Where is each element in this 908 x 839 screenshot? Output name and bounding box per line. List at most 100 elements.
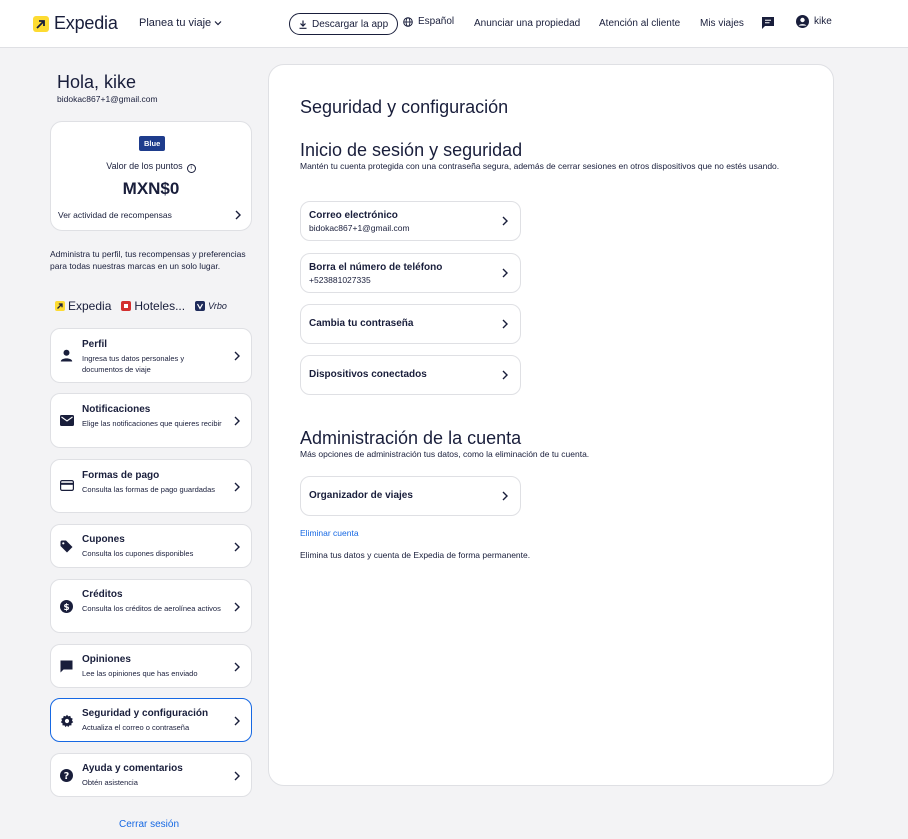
language-selector[interactable]: Español xyxy=(403,16,454,27)
my-trips-link[interactable]: Mis viajes xyxy=(700,18,744,29)
option-subtitle: bidokac867+1@gmail.com xyxy=(309,223,410,233)
svg-text:$: $ xyxy=(63,603,69,613)
user-email: bidokac867+1@gmail.com xyxy=(57,94,158,104)
points-card: Blue Valor de los puntos i MXN$0 Ver acti… xyxy=(50,121,252,231)
points-label-row: Valor de los puntos i xyxy=(51,161,251,173)
option-title: Borra el número de teléfono xyxy=(309,262,443,273)
option-title: Correo electrónico xyxy=(309,210,398,221)
tag-icon xyxy=(60,540,73,553)
account-avatar-icon xyxy=(796,15,809,28)
menu-item-subtitle: Elige las notificaciones que quieres rec… xyxy=(82,419,222,428)
brand-hoteles: Hoteles... xyxy=(121,299,185,313)
menu-item-subtitle: Lee las opiniones que has enviado xyxy=(82,669,198,678)
menu-item-subtitle: Consulta los créditos de aerolínea activ… xyxy=(82,604,221,613)
svg-text:?: ? xyxy=(64,771,70,782)
points-label: Valor de los puntos xyxy=(106,161,183,171)
menu-item-opiniones[interactable]: Opiniones Lee las opiniones que has envi… xyxy=(50,644,252,688)
expedia-logo-icon xyxy=(33,15,49,32)
greeting: Hola, kike xyxy=(57,72,137,92)
vrbo-brand-icon xyxy=(195,301,206,311)
option-title: Organizador de viajes xyxy=(309,490,413,501)
comment-icon xyxy=(60,660,73,673)
menu-item-title: Perfil xyxy=(82,339,108,350)
email-option[interactable]: Correo electrónico bidokac867+1@gmail.co… xyxy=(300,201,521,241)
chat-icon[interactable] xyxy=(761,16,775,35)
credit-card-icon xyxy=(60,480,74,491)
download-app-label: Descargar la app xyxy=(312,18,389,30)
chevron-right-icon xyxy=(234,482,240,492)
menu-item-notificaciones[interactable]: Notificaciones Elige las notificaciones … xyxy=(50,393,252,448)
points-value: MXN$0 xyxy=(122,179,180,198)
menu-item-title: Formas de pago xyxy=(82,470,160,481)
brand-vrbo: Vrbo xyxy=(195,301,227,311)
expedia-brand-icon xyxy=(55,301,65,311)
menu-item-formas-de-pago[interactable]: Formas de pago Consulta las formas de pa… xyxy=(50,459,252,513)
person-icon xyxy=(60,349,73,362)
option-subtitle: +523881027335 xyxy=(309,275,371,285)
account-management-title: Administración de la cuenta xyxy=(300,428,522,448)
delete-account-link[interactable]: Eliminar cuenta xyxy=(300,528,359,538)
admin-description: Administra tu perfil, tus recompensas y … xyxy=(50,249,246,271)
delete-account-description: Elimina tus datos y cuenta de Expedia de… xyxy=(300,550,531,560)
chevron-right-icon xyxy=(502,319,508,329)
trip-organizer-option[interactable]: Organizador de viajes xyxy=(300,476,521,516)
chevron-right-icon xyxy=(234,602,240,612)
brand-expedia: Expedia xyxy=(55,299,111,313)
brand-label: Expedia xyxy=(68,299,112,313)
chevron-right-icon xyxy=(234,662,240,672)
menu-item-title: Ayuda y comentarios xyxy=(82,763,183,774)
customer-support-link[interactable]: Atención al cliente xyxy=(599,18,680,29)
plan-trip-label: Planea tu viaje xyxy=(139,17,212,29)
plan-trip-menu[interactable]: Planea tu viaje xyxy=(139,17,222,29)
connected-devices-option[interactable]: Dispositivos conectados xyxy=(300,355,521,395)
menu-item-subtitle: Ingresa tus datos personales y documento… xyxy=(82,354,185,374)
download-app-button[interactable]: Descargar la app xyxy=(289,13,399,35)
menu-item-title: Notificaciones xyxy=(82,404,151,415)
brand-label: Vrbo xyxy=(208,301,227,311)
login-security-description: Mantén tu cuenta protegida con una contr… xyxy=(300,161,780,171)
logout-link[interactable]: Cerrar sesión xyxy=(119,819,179,830)
chevron-right-icon xyxy=(234,416,240,426)
page-title: Seguridad y configuración xyxy=(300,97,509,117)
option-title: Dispositivos conectados xyxy=(309,369,427,380)
menu-item-perfil[interactable]: Perfil Ingresa tus datos personales y do… xyxy=(50,328,252,383)
brand-label: Hoteles... xyxy=(134,299,186,313)
info-icon[interactable]: i xyxy=(186,164,196,173)
rewards-activity-link[interactable]: Ver actividad de recompensas xyxy=(58,210,172,220)
chevron-right-icon xyxy=(502,491,508,501)
chevron-right-icon[interactable] xyxy=(234,210,242,220)
top-header: Expedia Planea tu viaje Descargar la app… xyxy=(0,0,908,48)
globe-icon xyxy=(403,16,413,27)
menu-item-creditos[interactable]: $ Créditos Consulta los créditos de aero… xyxy=(50,579,252,633)
menu-item-title: Seguridad y configuración xyxy=(82,708,209,719)
chevron-right-icon xyxy=(234,716,240,726)
brand-logos: Expedia Hoteles... Vrbo xyxy=(55,299,227,313)
list-property-link[interactable]: Anunciar una propiedad xyxy=(474,18,580,29)
chevron-right-icon xyxy=(234,351,240,361)
login-security-title: Inicio de sesión y seguridad xyxy=(300,140,523,160)
account-menu[interactable]: kike xyxy=(796,15,832,28)
menu-item-subtitle: Consulta las formas de pago guardadas xyxy=(82,485,216,494)
menu-item-subtitle: Consulta los cupones disponibles xyxy=(82,549,194,558)
chevron-right-icon xyxy=(234,542,240,552)
chevron-right-icon xyxy=(502,216,508,226)
chevron-right-icon xyxy=(502,268,508,278)
change-password-option[interactable]: Cambia tu contraseña xyxy=(300,304,521,344)
chevron-down-icon xyxy=(214,21,222,26)
menu-item-subtitle: Obtén asistencia xyxy=(82,778,138,787)
menu-item-title: Créditos xyxy=(82,589,123,600)
account-management-description: Más opciones de administración tus datos… xyxy=(300,449,590,459)
menu-item-cupones[interactable]: Cupones Consulta los cupones disponibles xyxy=(50,524,252,568)
menu-item-ayuda[interactable]: ? Ayuda y comentarios Obtén asistencia xyxy=(50,753,252,797)
hoteles-brand-icon xyxy=(121,301,132,311)
mail-icon xyxy=(60,415,74,426)
account-username: kike xyxy=(814,16,832,27)
download-icon xyxy=(299,20,307,29)
expedia-logo[interactable]: Expedia xyxy=(33,13,118,34)
help-icon: ? xyxy=(60,769,73,782)
menu-item-title: Opiniones xyxy=(82,654,131,665)
gear-icon xyxy=(60,714,74,728)
phone-option[interactable]: Borra el número de teléfono +52388102733… xyxy=(300,253,521,293)
menu-item-seguridad[interactable]: Seguridad y configuración Actualiza el c… xyxy=(50,698,252,742)
chevron-right-icon xyxy=(502,370,508,380)
